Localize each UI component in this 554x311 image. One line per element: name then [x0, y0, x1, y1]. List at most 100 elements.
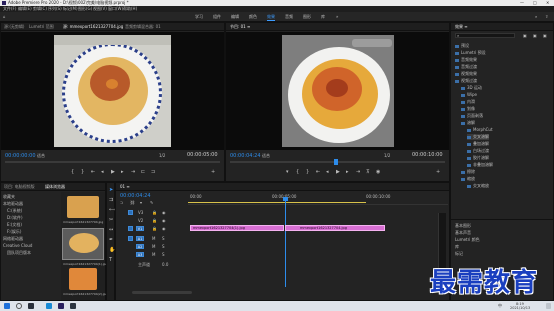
tab-lumetri-scopes[interactable]: Lumetri 范围	[29, 24, 54, 30]
menu-window[interactable]: 窗口(W)	[108, 7, 123, 11]
master-volume-value[interactable]: 0.0	[162, 263, 168, 267]
clock-date[interactable]: 2021/10/13	[510, 306, 530, 310]
overwrite-icon[interactable]: ⊐	[151, 170, 155, 175]
effects-preset[interactable]: 预设	[455, 43, 469, 49]
lock-icon[interactable]: 🔒	[152, 211, 157, 215]
home-icon[interactable]: ⌂	[3, 15, 6, 19]
type-tool-icon[interactable]: T	[109, 258, 112, 263]
lock-icon[interactable]: 🔒	[152, 227, 157, 231]
tree-creative-cloud[interactable]: Creative Cloud	[3, 243, 32, 248]
playhead-handle[interactable]	[283, 197, 288, 201]
tree-favorites[interactable]: 收藏夹	[3, 194, 15, 200]
mute-button[interactable]: M	[152, 245, 155, 249]
eye-icon[interactable]: ◉	[162, 227, 166, 231]
time-ruler[interactable]: 00:00 00:00:05:00 00:00:10:00	[188, 193, 448, 205]
menu-clip[interactable]: 剪辑(C)	[33, 7, 47, 11]
timeline-timecode[interactable]: 00:00:04:24	[120, 193, 151, 199]
tree-drive-f[interactable]: F:(娱乐)	[7, 229, 21, 235]
source-scale-select[interactable]: 1/2	[159, 154, 165, 158]
panel-markers[interactable]: 标记	[455, 251, 463, 257]
panel-essential-sound[interactable]: 基本声音	[455, 230, 471, 236]
menu-sequence[interactable]: 序列(S)	[48, 7, 62, 11]
source-patch-v3[interactable]	[128, 210, 133, 215]
yuv-effects-icon[interactable]: ▣	[543, 34, 547, 38]
close-button[interactable]: ✕	[546, 1, 549, 5]
effects-dip-to-white[interactable]: 白场过渡	[467, 148, 489, 154]
effects-film-dissolve[interactable]: 胶片溶解	[467, 155, 489, 161]
share-icon[interactable]: ⇪	[545, 15, 548, 19]
slip-tool-icon[interactable]: ↔	[109, 228, 113, 233]
source-patch-v1[interactable]	[128, 226, 133, 231]
wrench-icon[interactable]: ✎	[150, 201, 153, 205]
effects-morphcut[interactable]: MorphCut	[467, 127, 493, 132]
search-icon[interactable]: ⌕	[535, 15, 537, 19]
source-viewer[interactable]	[1, 32, 224, 150]
add-button-icon[interactable]: +	[436, 170, 440, 175]
tab-project[interactable]: 项目: 电脑视频版	[4, 184, 35, 190]
program-scale-select[interactable]: 1/2	[384, 154, 390, 158]
program-viewer[interactable]	[226, 32, 449, 150]
program-playhead[interactable]	[334, 159, 338, 165]
tab-effects[interactable]: 效果 ≡	[455, 24, 468, 30]
effects-3d-motion[interactable]: 3D 运动	[461, 85, 482, 91]
add-marker-icon[interactable]: ▾	[140, 201, 142, 205]
work-area-bar[interactable]	[188, 202, 366, 203]
32bit-effects-icon[interactable]: ▣	[533, 34, 537, 38]
start-icon[interactable]	[4, 303, 10, 309]
export-frame-icon[interactable]: ◉	[376, 170, 380, 175]
menu-help[interactable]: 帮助(H)	[123, 7, 137, 11]
step-back-icon[interactable]: ◂	[326, 170, 329, 175]
menu-edit[interactable]: 编辑(E)	[18, 7, 32, 11]
tab-audio-clip-mixer[interactable]: 音频剪辑混合器: 01	[125, 24, 161, 30]
mark-in-icon[interactable]: {	[296, 170, 299, 175]
tree-drive-d[interactable]: D:(软件)	[7, 215, 23, 221]
play-icon[interactable]: ▶	[336, 170, 340, 175]
step-forward-icon[interactable]: ▸	[121, 170, 124, 175]
panel-essential-graphics[interactable]: 基本图形	[455, 223, 471, 229]
solo-button[interactable]: S	[162, 245, 165, 249]
search-icon[interactable]	[16, 303, 22, 309]
linked-selection-icon[interactable]: ⛓	[130, 201, 135, 205]
thumbnail-2-selected[interactable]	[62, 228, 104, 260]
tree-drive-c[interactable]: C:(系统)	[7, 208, 22, 214]
effects-video-effects[interactable]: 视频效果	[455, 71, 477, 77]
track-target-a1[interactable]: A1	[136, 236, 144, 241]
effects-cross-dissolve[interactable]: 交叉溶解	[467, 134, 489, 140]
timeline-scrollbar[interactable]	[132, 291, 192, 294]
mark-out-icon[interactable]: }	[306, 170, 309, 175]
menu-graphics[interactable]: 图形(G)	[78, 7, 92, 11]
ime-indicator[interactable]: 中	[498, 304, 502, 308]
panel-lumetri-color[interactable]: Lumetri 颜色	[455, 237, 480, 243]
effects-audio-transitions[interactable]: 音频过渡	[455, 64, 477, 70]
effects-iris[interactable]: 划像	[461, 106, 475, 112]
track-select-tool-icon[interactable]: ⇉	[109, 198, 113, 203]
source-timecode-current[interactable]: 00:00:00:00	[5, 153, 36, 159]
step-back-icon[interactable]: ◂	[101, 170, 104, 175]
workspace-more-icon[interactable]: »	[336, 15, 338, 19]
workspace-libraries[interactable]: 库	[321, 15, 325, 19]
lift-icon[interactable]: ⊼	[366, 170, 370, 175]
tab-source-none[interactable]: 源:(无剪辑)	[4, 24, 24, 30]
solo-button[interactable]: S	[162, 253, 165, 257]
effects-video-transitions[interactable]: 视频过渡	[455, 78, 477, 84]
program-fit-select[interactable]: 适合	[262, 154, 270, 158]
edge-icon[interactable]	[46, 303, 52, 309]
step-forward-icon[interactable]: ▸	[346, 170, 349, 175]
thumbnail-3[interactable]	[69, 268, 97, 290]
solo-button[interactable]: S	[162, 237, 165, 241]
premiere-taskbar-icon[interactable]	[58, 303, 64, 309]
go-to-out-icon[interactable]: ⇥	[131, 170, 135, 175]
add-button-icon[interactable]: +	[211, 170, 215, 175]
track-target-a2[interactable]: A2	[136, 244, 144, 249]
eye-icon[interactable]: ◉	[162, 219, 166, 223]
workspace-learn[interactable]: 学习	[195, 15, 203, 19]
workspace-editing[interactable]: 编辑	[231, 15, 239, 19]
go-to-out-icon[interactable]: ⇥	[356, 170, 360, 175]
workspace-color[interactable]: 颜色	[249, 15, 257, 19]
panel-libraries[interactable]: 库	[455, 244, 459, 250]
tree-network-drives[interactable]: 网络驱动器	[3, 236, 23, 242]
mute-button[interactable]: M	[152, 253, 155, 257]
tab-source-clip[interactable]: 源: mmexport1621327704.jpg	[63, 24, 123, 30]
tab-program[interactable]: 节目: 01 ≡	[230, 24, 250, 30]
workspace-assembly[interactable]: 组件	[213, 15, 221, 19]
